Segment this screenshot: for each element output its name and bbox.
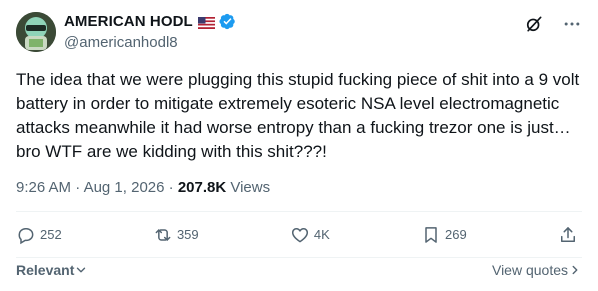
share-icon (558, 225, 578, 245)
view-quotes-label: View quotes (491, 262, 568, 278)
verified-badge-icon[interactable] (219, 13, 236, 30)
author-block: AMERICAN HODL @americanhodl8 (64, 12, 236, 51)
tweet-time[interactable]: 9:26 AM (16, 179, 71, 196)
meta-separator: · (168, 179, 174, 196)
like-button[interactable]: 4K (290, 225, 330, 245)
meta-separator: · (75, 179, 81, 196)
chevron-right-icon (568, 263, 582, 277)
name-row: AMERICAN HODL (64, 12, 236, 31)
avatar-image (16, 12, 56, 52)
tweet-date[interactable]: Aug 1, 2026 (84, 179, 165, 196)
more-dots-icon[interactable] (562, 14, 582, 34)
bookmark-button[interactable]: 269 (421, 225, 467, 245)
display-name[interactable]: AMERICAN HODL (64, 13, 193, 30)
us-flag-icon (197, 16, 215, 29)
chevron-down-icon (74, 263, 88, 277)
sort-label: Relevant (16, 262, 75, 278)
bookmark-icon (421, 225, 441, 245)
bookmark-count: 269 (445, 227, 467, 242)
grok-icon[interactable] (524, 14, 544, 34)
tweet-meta: 9:26 AM · Aug 1, 2026 · 207.8K Views (16, 179, 270, 196)
repost-button[interactable]: 359 (153, 225, 199, 245)
repost-icon (153, 225, 173, 245)
sort-dropdown[interactable]: Relevant (16, 262, 88, 278)
share-button[interactable] (558, 225, 582, 245)
views-count: 207.8K (177, 179, 227, 196)
action-bar: 252 359 4K 269 (16, 212, 582, 257)
reply-icon (16, 225, 36, 245)
handle[interactable]: @americanhodl8 (64, 34, 236, 51)
header-actions (524, 14, 582, 34)
avatar[interactable] (16, 12, 56, 52)
views-label: Views (230, 179, 271, 196)
tweet-text: The idea that we were plugging this stup… (16, 70, 580, 161)
like-count: 4K (313, 227, 330, 242)
view-quotes-link[interactable]: View quotes (492, 262, 582, 278)
repost-count: 359 (176, 227, 199, 242)
reply-button[interactable]: 252 (16, 225, 62, 245)
replies-toolbar: Relevant View quotes (16, 258, 582, 282)
reply-count: 252 (40, 227, 62, 242)
heart-icon (290, 225, 310, 245)
